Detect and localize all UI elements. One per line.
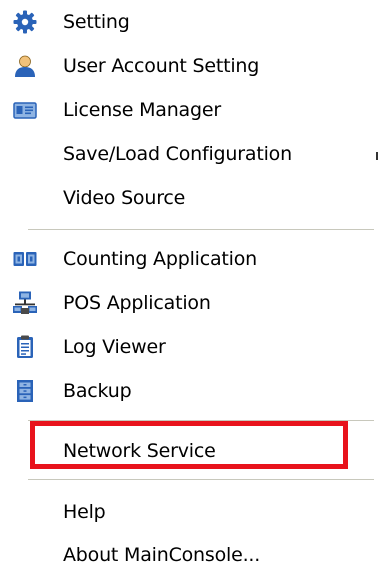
backup-icon: [17, 380, 33, 402]
user-icon: [15, 55, 35, 77]
menu-item-label: Setting: [63, 11, 130, 33]
menu-item-save-load-configuration[interactable]: Save/Load Configuration: [0, 134, 372, 174]
menu-item-label: Log Viewer: [63, 336, 166, 358]
counting-icon: [13, 252, 37, 266]
window-edge-mark: [376, 152, 378, 160]
menu-item-label: POS Application: [63, 292, 211, 314]
menu-separator: [28, 479, 374, 481]
menu-item-video-source[interactable]: Video Source: [0, 178, 372, 218]
menu-item-label: Counting Application: [63, 248, 258, 270]
menu-item-label: Backup: [63, 380, 132, 402]
menu-item-counting-application[interactable]: Counting Application: [0, 239, 372, 279]
pos-network-icon: [13, 291, 37, 314]
clipboard-icon: [17, 335, 33, 358]
menu-item-label: About MainConsole...: [63, 544, 261, 566]
context-menu: Setting User Account Setting License Man…: [0, 0, 380, 567]
menu-item-setting[interactable]: Setting: [0, 2, 372, 42]
menu-item-label: Help: [63, 501, 106, 523]
menu-item-label: Video Source: [63, 187, 186, 209]
menu-separator: [28, 229, 374, 231]
menu-item-pos-application[interactable]: POS Application: [0, 283, 372, 323]
license-card-icon: [13, 102, 37, 119]
menu-item-label: License Manager: [63, 99, 221, 121]
red-highlight-box: [30, 421, 348, 469]
menu-item-label: Save/Load Configuration: [63, 143, 292, 165]
menu-item-backup[interactable]: Backup: [0, 371, 372, 411]
menu-item-license-manager[interactable]: License Manager: [0, 90, 372, 130]
menu-item-about-mainconsole[interactable]: About MainConsole...: [0, 535, 372, 575]
gear-icon: [13, 10, 37, 34]
menu-item-help[interactable]: Help: [0, 492, 372, 532]
menu-item-log-viewer[interactable]: Log Viewer: [0, 327, 372, 367]
menu-item-user-account-setting[interactable]: User Account Setting: [0, 46, 372, 86]
menu-item-label: User Account Setting: [63, 55, 260, 77]
